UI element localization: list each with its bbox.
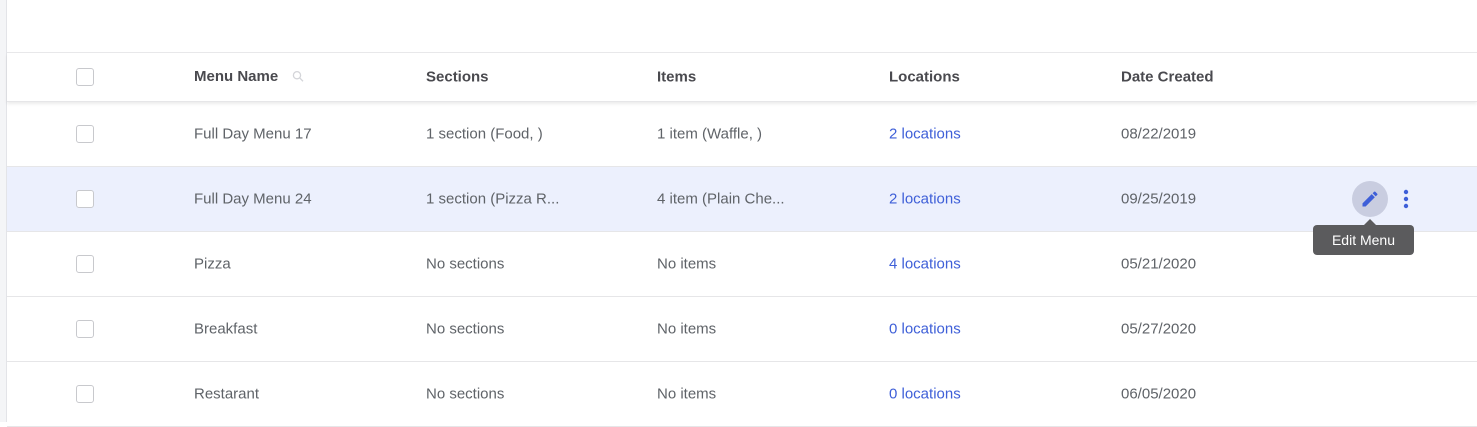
menus-table: Menu Name Sections Items Locations Date … [7,53,1477,427]
menu-items: 4 item (Plain Che... [657,190,785,208]
menu-sections: 1 section (Pizza R... [426,190,560,208]
date-created: 06/05/2020 [1121,385,1197,403]
left-panel-edge [0,0,7,422]
toolbar-area [7,0,1477,53]
header-items: Items [657,68,697,86]
table-row[interactable]: Breakfast No sections No items 0 locatio… [7,297,1477,362]
menu-name: Full Day Menu 17 [194,125,312,143]
date-created: 09/25/2019 [1121,190,1197,208]
locations-link[interactable]: 2 locations [889,126,961,143]
header-menu-name-label: Menu Name [194,68,279,86]
menu-sections: No sections [426,320,505,338]
table-row[interactable]: Full Day Menu 24 1 section (Pizza R... 4… [7,167,1477,232]
menu-sections: No sections [426,255,505,273]
more-actions-button[interactable] [1396,186,1416,212]
pencil-icon [1362,191,1378,207]
menu-name: Pizza [194,255,231,273]
header-menu-name[interactable]: Menu Name [194,68,304,86]
header-locations: Locations [889,68,960,86]
table-header: Menu Name Sections Items Locations Date … [7,53,1477,102]
more-vertical-icon [1403,189,1409,209]
search-icon[interactable] [292,69,304,86]
menu-items: No items [657,385,717,403]
menu-items: No items [657,320,717,338]
row-checkbox[interactable] [76,125,94,143]
locations-link[interactable]: 0 locations [889,386,961,403]
locations-link[interactable]: 2 locations [889,191,961,208]
locations-link[interactable]: 0 locations [889,321,961,338]
row-checkbox[interactable] [76,320,94,338]
edit-menu-tooltip: Edit Menu [1313,225,1414,255]
row-checkbox[interactable] [76,190,94,208]
date-created: 05/27/2020 [1121,320,1197,338]
locations-link[interactable]: 4 locations [889,256,961,273]
row-checkbox[interactable] [76,385,94,403]
menu-items: 1 item (Waffle, ) [657,125,763,143]
menu-name: Restarant [194,385,260,403]
menu-sections: 1 section (Food, ) [426,125,543,143]
edit-menu-button[interactable] [1352,181,1388,217]
menu-name: Breakfast [194,320,258,338]
table-row[interactable]: Restarant No sections No items 0 locatio… [7,362,1477,427]
header-sections: Sections [426,68,489,86]
header-date-created: Date Created [1121,68,1214,86]
menu-sections: No sections [426,385,505,403]
menu-name: Full Day Menu 24 [194,190,312,208]
date-created: 05/21/2020 [1121,255,1197,273]
date-created: 08/22/2019 [1121,125,1197,143]
menu-items: No items [657,255,717,273]
row-checkbox[interactable] [76,255,94,273]
select-all-checkbox[interactable] [76,68,94,86]
table-row[interactable]: Full Day Menu 17 1 section (Food, ) 1 it… [7,102,1477,167]
table-row[interactable]: Pizza No sections No items 4 locations 0… [7,232,1477,297]
